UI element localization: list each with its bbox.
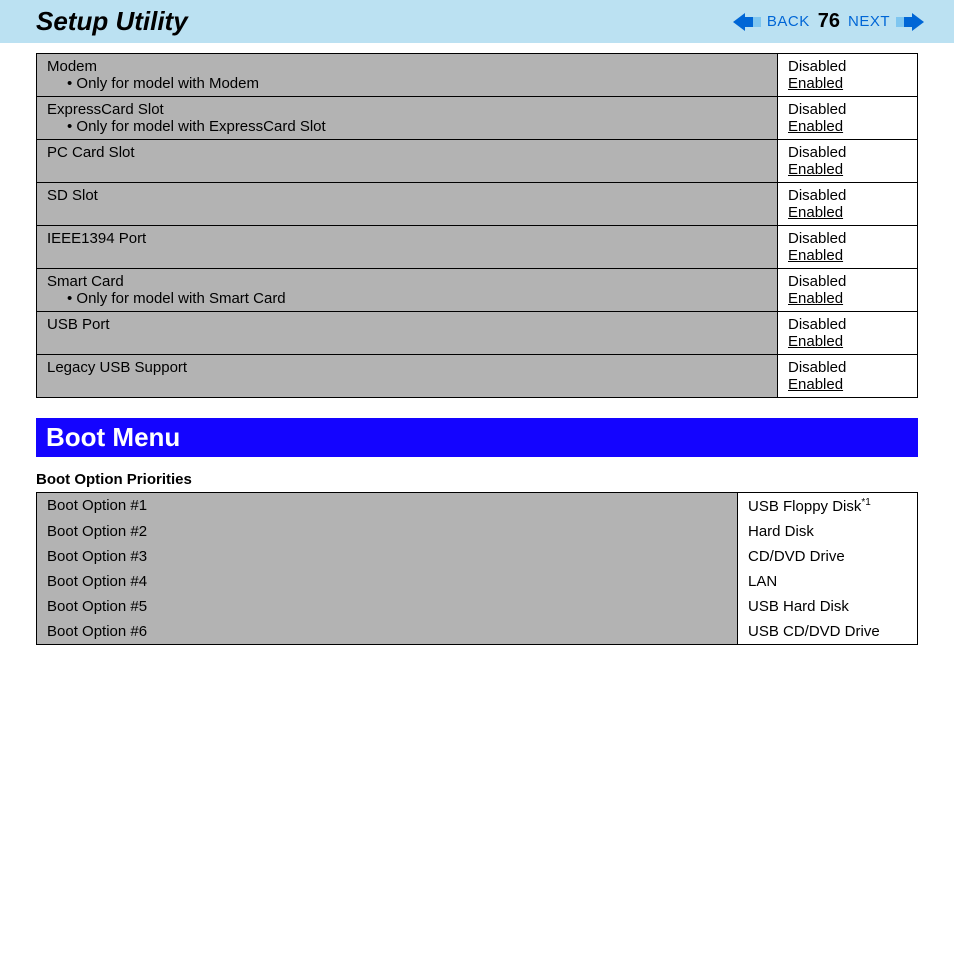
setting-note: Only for model with Modem <box>47 75 771 92</box>
setting-name: ExpressCard Slot <box>47 101 771 118</box>
settings-row: ExpressCard SlotOnly for model with Expr… <box>37 97 918 140</box>
setting-name-cell: Legacy USB Support <box>37 355 778 398</box>
setting-name: IEEE1394 Port <box>47 230 771 247</box>
option-disabled: Disabled <box>788 58 911 75</box>
setting-name: Modem <box>47 58 771 75</box>
option-enabled: Enabled <box>788 75 911 92</box>
option-disabled: Disabled <box>788 316 911 333</box>
boot-options-table: Boot Option #1USB Floppy Disk*1Boot Opti… <box>36 492 918 645</box>
arrow-right-icon[interactable] <box>896 13 924 31</box>
setting-value-cell: DisabledEnabled <box>778 226 918 269</box>
nav-cluster: BACK 76 NEXT <box>733 10 924 33</box>
boot-option-value: LAN <box>738 569 918 594</box>
setting-name-cell: IEEE1394 Port <box>37 226 778 269</box>
option-enabled: Enabled <box>788 247 911 264</box>
setting-value-cell: DisabledEnabled <box>778 269 918 312</box>
setting-value-cell: DisabledEnabled <box>778 97 918 140</box>
option-enabled: Enabled <box>788 204 911 221</box>
boot-option-row: Boot Option #3CD/DVD Drive <box>37 544 918 569</box>
setting-name: Smart Card <box>47 273 771 290</box>
setting-note: Only for model with Smart Card <box>47 290 771 307</box>
boot-option-value: USB Floppy Disk*1 <box>738 493 918 520</box>
setting-value-cell: DisabledEnabled <box>778 312 918 355</box>
boot-option-label: Boot Option #1 <box>37 493 738 520</box>
setting-name-cell: ExpressCard SlotOnly for model with Expr… <box>37 97 778 140</box>
boot-option-label: Boot Option #5 <box>37 594 738 619</box>
header-bar: Setup Utility BACK 76 NEXT <box>0 0 954 43</box>
boot-option-value: Hard Disk <box>738 519 918 544</box>
arrow-left-icon[interactable] <box>733 13 761 31</box>
settings-row: ModemOnly for model with ModemDisabledEn… <box>37 54 918 97</box>
setting-name: USB Port <box>47 316 771 333</box>
boot-option-label: Boot Option #3 <box>37 544 738 569</box>
page-title: Setup Utility <box>36 6 188 37</box>
boot-subheading: Boot Option Priorities <box>36 471 918 488</box>
settings-row: Legacy USB Support DisabledEnabled <box>37 355 918 398</box>
boot-option-value: CD/DVD Drive <box>738 544 918 569</box>
boot-option-label: Boot Option #2 <box>37 519 738 544</box>
boot-option-row: Boot Option #5USB Hard Disk <box>37 594 918 619</box>
option-disabled: Disabled <box>788 101 911 118</box>
boot-option-row: Boot Option #1USB Floppy Disk*1 <box>37 493 918 520</box>
boot-option-value: USB CD/DVD Drive <box>738 619 918 645</box>
setting-name: PC Card Slot <box>47 144 771 161</box>
boot-option-label: Boot Option #6 <box>37 619 738 645</box>
settings-row: Smart CardOnly for model with Smart Card… <box>37 269 918 312</box>
settings-table: ModemOnly for model with ModemDisabledEn… <box>36 53 918 398</box>
setting-value-cell: DisabledEnabled <box>778 355 918 398</box>
option-enabled: Enabled <box>788 290 911 307</box>
boot-menu-banner: Boot Menu <box>36 418 918 457</box>
option-enabled: Enabled <box>788 161 911 178</box>
setting-name-cell: SD Slot <box>37 183 778 226</box>
page-number: 76 <box>816 10 842 33</box>
setting-value-cell: DisabledEnabled <box>778 54 918 97</box>
boot-option-row: Boot Option #2Hard Disk <box>37 519 918 544</box>
setting-name-cell: Smart CardOnly for model with Smart Card <box>37 269 778 312</box>
back-link[interactable]: BACK <box>767 13 810 30</box>
boot-option-label: Boot Option #4 <box>37 569 738 594</box>
next-link[interactable]: NEXT <box>848 13 890 30</box>
option-disabled: Disabled <box>788 230 911 247</box>
setting-name-cell: ModemOnly for model with Modem <box>37 54 778 97</box>
setting-name: SD Slot <box>47 187 771 204</box>
content-area: ModemOnly for model with ModemDisabledEn… <box>0 43 954 665</box>
settings-row: IEEE1394 Port DisabledEnabled <box>37 226 918 269</box>
boot-option-value: USB Hard Disk <box>738 594 918 619</box>
setting-value-cell: DisabledEnabled <box>778 140 918 183</box>
option-disabled: Disabled <box>788 273 911 290</box>
option-disabled: Disabled <box>788 144 911 161</box>
option-enabled: Enabled <box>788 118 911 135</box>
setting-name: Legacy USB Support <box>47 359 771 376</box>
boot-option-row: Boot Option #6USB CD/DVD Drive <box>37 619 918 645</box>
settings-row: PC Card Slot DisabledEnabled <box>37 140 918 183</box>
option-enabled: Enabled <box>788 333 911 350</box>
setting-name-cell: PC Card Slot <box>37 140 778 183</box>
setting-name-cell: USB Port <box>37 312 778 355</box>
settings-row: SD Slot DisabledEnabled <box>37 183 918 226</box>
option-enabled: Enabled <box>788 376 911 393</box>
option-disabled: Disabled <box>788 359 911 376</box>
boot-option-row: Boot Option #4LAN <box>37 569 918 594</box>
option-disabled: Disabled <box>788 187 911 204</box>
settings-row: USB Port DisabledEnabled <box>37 312 918 355</box>
boot-option-footnote: *1 <box>861 497 870 508</box>
setting-value-cell: DisabledEnabled <box>778 183 918 226</box>
setting-note: Only for model with ExpressCard Slot <box>47 118 771 135</box>
